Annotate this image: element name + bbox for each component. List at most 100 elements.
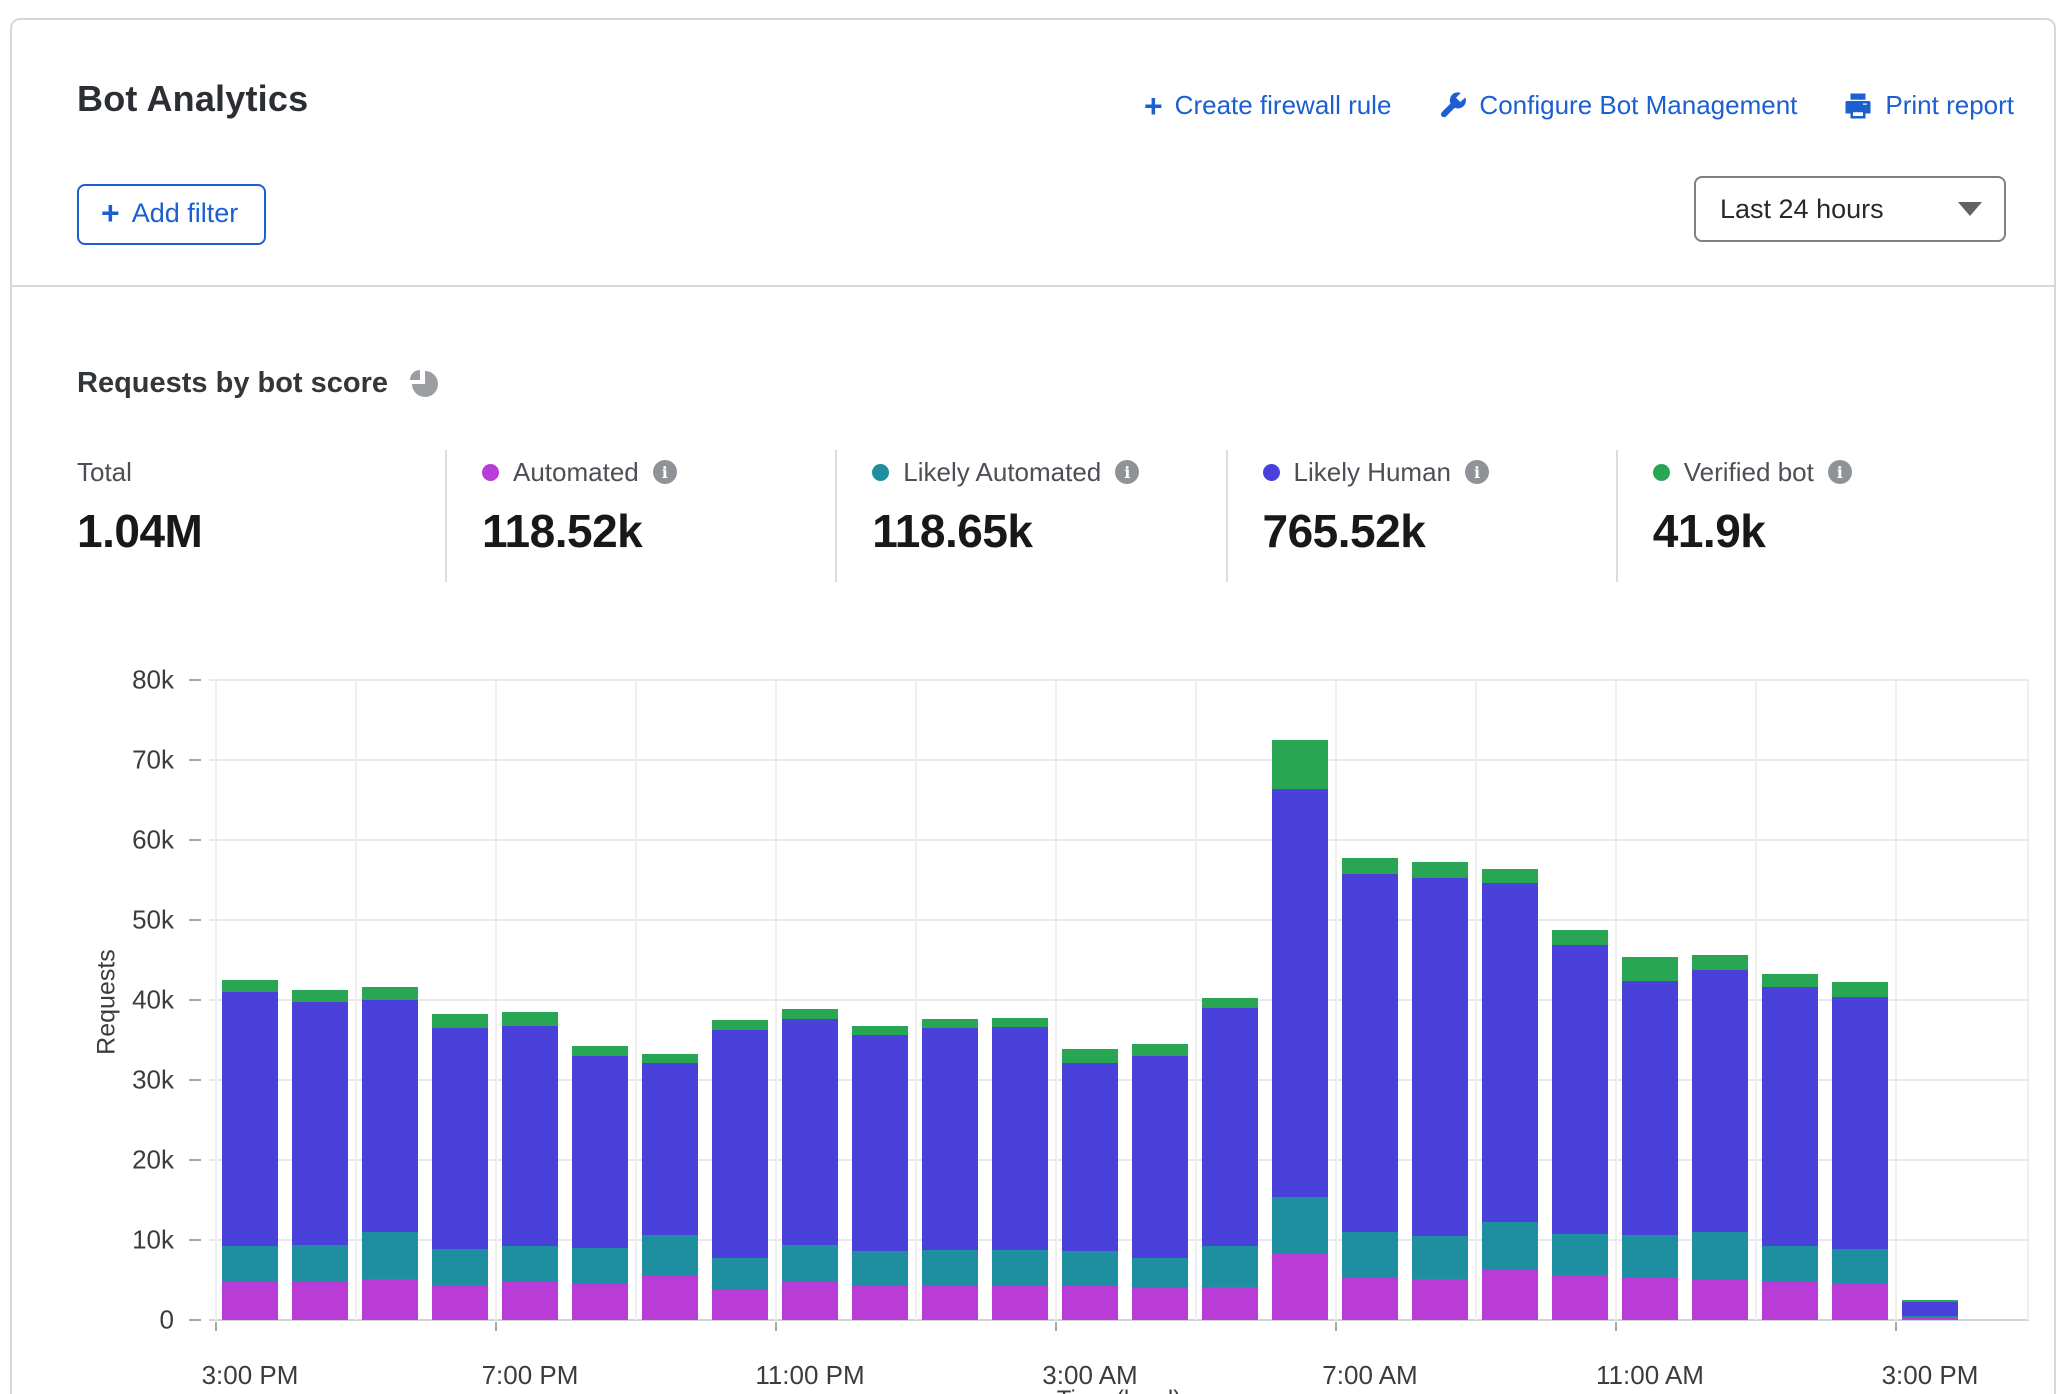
stacked-bar-1100am[interactable] [1622,957,1678,1320]
y-tick [189,1319,201,1321]
v-gridline [915,680,917,1320]
page: Bot Analytics + Create firewall rule Con… [0,0,2070,1394]
stacked-bar-700am[interactable] [1342,858,1398,1320]
y-tick [189,679,201,681]
h-gridline [209,839,2029,841]
stacked-bar-1000pm[interactable] [712,1020,768,1320]
y-tick-label: 30k [64,1065,174,1096]
bar-segment-automated [432,1285,488,1320]
stat-total-value: 1.04M [77,504,445,558]
stacked-bar-800am[interactable] [1412,862,1468,1320]
y-tick-label: 20k [64,1145,174,1176]
bar-segment-automated [1062,1286,1118,1320]
info-icon[interactable]: i [653,460,677,484]
info-icon[interactable]: i [1115,460,1139,484]
configure-bot-management-link[interactable]: Configure Bot Management [1437,90,1797,121]
x-tick [1895,1322,1897,1331]
bar-segment-automated [922,1286,978,1320]
section-title: Requests by bot score [77,367,388,400]
stat-likely-human-value: 765.52k [1263,504,1616,558]
bar-segment-verified-bot [782,1009,838,1019]
create-firewall-rule-link[interactable]: + Create firewall rule [1144,90,1391,121]
stat-likely-human-label: Likely Human [1294,457,1452,488]
bar-segment-likely-human [992,1027,1048,1249]
pie-chart-icon [406,364,440,403]
stacked-bar-500pm[interactable] [362,987,418,1320]
bar-segment-likely-human [922,1028,978,1250]
y-tick [189,919,201,921]
y-tick-label: 60k [64,825,174,856]
bar-segment-verified-bot [222,980,278,992]
y-tick-label: 70k [64,745,174,776]
stat-verified-bot-value: 41.9k [1653,504,2006,558]
y-tick-label: 10k [64,1225,174,1256]
v-gridline [775,680,777,1320]
y-tick [189,1079,201,1081]
automated-dot-icon [482,464,499,481]
info-icon[interactable]: i [1465,460,1489,484]
stacked-bar-900pm[interactable] [642,1054,698,1320]
stacked-bar-700pm[interactable] [502,1012,558,1320]
stacked-bar-300pm[interactable] [222,980,278,1320]
print-report-label: Print report [1885,90,2014,121]
info-icon[interactable]: i [1828,460,1852,484]
stacked-bar-800pm[interactable] [572,1046,628,1320]
bar-segment-verified-bot [922,1019,978,1028]
bar-segment-verified-bot [292,990,348,1003]
stacked-bar-600pm[interactable] [432,1014,488,1320]
stacked-bar-1000am[interactable] [1552,930,1608,1320]
v-gridline [2027,680,2029,1320]
stacked-bar-200pm[interactable] [1832,982,1888,1320]
bar-segment-likely-automated [1132,1258,1188,1288]
bar-segment-likely-automated [222,1246,278,1282]
stacked-bar-900am[interactable] [1482,869,1538,1320]
bar-segment-likely-human [362,1000,418,1232]
stacked-bar-400pm[interactable] [292,990,348,1320]
v-gridline [1895,680,1897,1320]
stacked-bar-1200am[interactable] [852,1026,908,1320]
bar-segment-likely-automated [642,1235,698,1276]
stacked-bar-200am[interactable] [992,1018,1048,1320]
stacked-bar-1200pm[interactable] [1692,955,1748,1320]
bar-segment-likely-automated [1062,1251,1118,1286]
bar-segment-verified-bot [852,1026,908,1036]
x-tick [1055,1322,1057,1331]
bar-segment-verified-bot [1412,862,1468,877]
stacked-bar-300am[interactable] [1062,1049,1118,1320]
stacked-bar-100pm[interactable] [1762,974,1818,1320]
bar-segment-likely-automated [922,1250,978,1286]
bar-segment-verified-bot [572,1046,628,1056]
bar-segment-likely-human [572,1056,628,1248]
wrench-icon [1437,91,1467,121]
bar-segment-likely-human [292,1002,348,1244]
y-tick [189,759,201,761]
y-tick-label: 50k [64,905,174,936]
bot-analytics-card: Bot Analytics + Create firewall rule Con… [10,18,2056,1394]
bar-segment-likely-automated [782,1245,838,1283]
x-tick [775,1322,777,1331]
add-filter-button[interactable]: + Add filter [77,184,266,245]
bar-segment-verified-bot [1552,930,1608,944]
printer-icon [1843,91,1873,121]
stacked-bar-600am[interactable] [1272,740,1328,1320]
bar-segment-likely-automated [1552,1234,1608,1276]
stacked-bar-400am[interactable] [1132,1044,1188,1320]
stacked-bar-100am[interactable] [922,1019,978,1320]
stacked-bar-500am[interactable] [1202,998,1258,1320]
time-range-select[interactable]: Last 24 hours [1694,176,2006,242]
print-report-link[interactable]: Print report [1843,90,2014,121]
bar-segment-likely-human [712,1030,768,1257]
bar-segment-likely-human [1692,970,1748,1232]
stat-verified-bot: Verified bot i 41.9k [1616,450,2006,582]
bar-segment-automated [1622,1278,1678,1320]
stat-likely-automated-value: 118.65k [872,504,1225,558]
create-firewall-rule-label: Create firewall rule [1175,90,1392,121]
bar-segment-automated [572,1284,628,1320]
stacked-bar-1100pm[interactable] [782,1009,838,1320]
stacked-bar-300pm[interactable] [1902,1300,1958,1320]
stat-likely-human: Likely Human i 765.52k [1226,450,1616,582]
y-tick [189,1239,201,1241]
y-tick [189,1159,201,1161]
bar-segment-automated [1412,1279,1468,1320]
bar-segment-likely-automated [1202,1246,1258,1287]
